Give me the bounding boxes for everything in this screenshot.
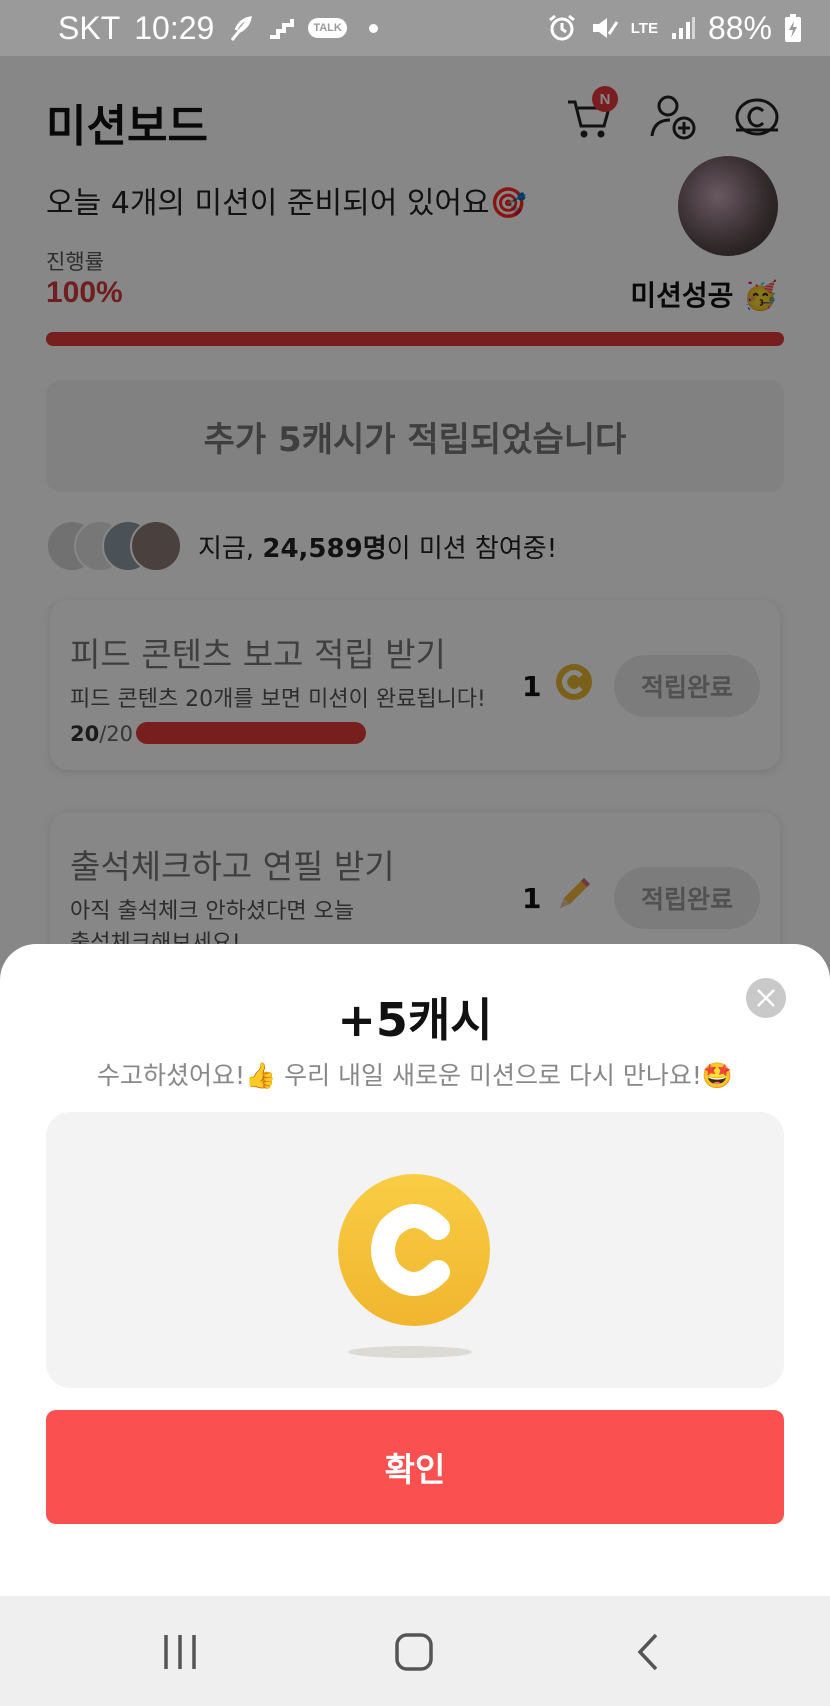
big-coin-icon <box>338 1174 490 1326</box>
home-button[interactable] <box>384 1632 444 1672</box>
back-icon <box>637 1633 658 1671</box>
reward-bottom-sheet: +5캐시 수고하셨어요!👍 우리 내일 새로운 미션으로 다시 만나요!🤩 확인 <box>0 944 830 1596</box>
coin-shadow <box>348 1346 472 1358</box>
reward-message: 수고하셨어요!👍 우리 내일 새로운 미션으로 다시 만나요!🤩 <box>97 1061 733 1090</box>
confirm-button[interactable]: 확인 <box>46 1410 784 1524</box>
system-nav-bar <box>0 1596 830 1706</box>
kakaotalk-icon: TALK <box>308 18 347 38</box>
close-icon <box>757 989 775 1007</box>
status-bar: SKT 10:29 TALK LTE 88% <box>0 0 830 56</box>
carrier-label: SKT <box>58 9 121 46</box>
notification-dot-icon <box>368 23 378 33</box>
mute-icon <box>589 14 619 42</box>
battery-percent: 88% <box>707 9 772 46</box>
lte-icon: LTE <box>630 19 658 37</box>
home-icon <box>395 1633 433 1671</box>
stairs-icon <box>268 17 295 39</box>
clock: 10:29 <box>134 9 215 46</box>
recent-apps-icon <box>164 1635 196 1669</box>
back-button[interactable] <box>618 1632 678 1672</box>
alarm-icon <box>547 13 577 43</box>
signal-icon <box>670 15 696 41</box>
battery-charging-icon <box>784 13 802 43</box>
recent-apps-button[interactable] <box>150 1632 210 1672</box>
close-button[interactable] <box>746 978 786 1018</box>
reward-title: +5캐시 <box>337 993 493 1047</box>
reward-illustration <box>46 1112 784 1388</box>
feather-icon <box>228 14 254 42</box>
